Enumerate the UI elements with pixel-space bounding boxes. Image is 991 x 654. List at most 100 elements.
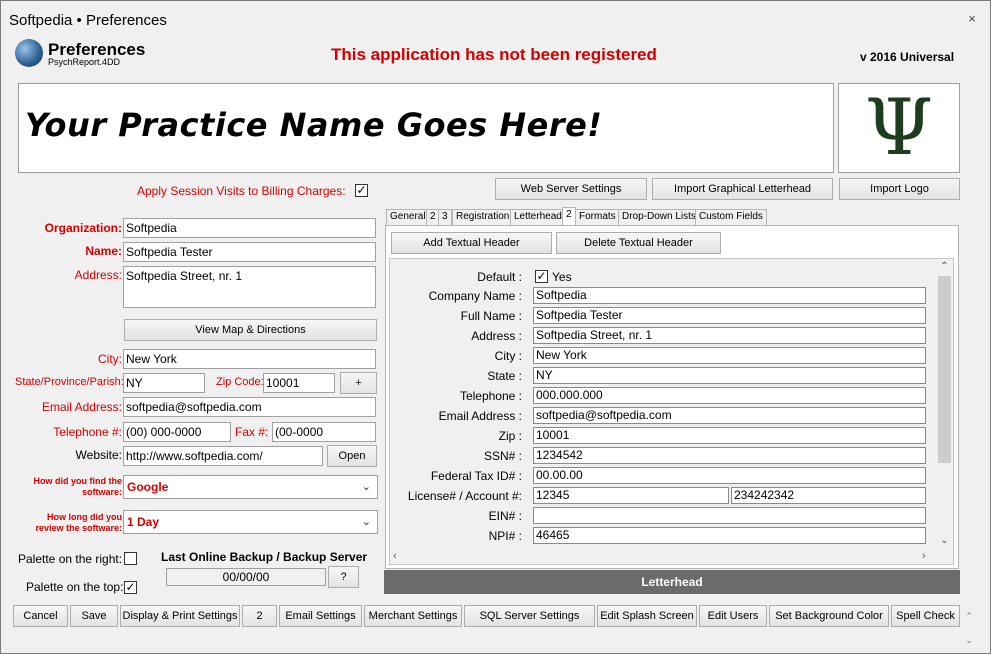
company-name-label: Company Name :: [428, 289, 522, 303]
window-scroll-down-icon[interactable]: ⌄: [962, 635, 976, 647]
window-scroll-up-icon[interactable]: ⌃: [962, 611, 976, 623]
backup-date: 00/00/00: [166, 568, 326, 586]
license-field[interactable]: 12345: [533, 487, 729, 504]
rh-city-label: City :: [494, 349, 522, 363]
review-software-label-line2: review the software:: [35, 523, 122, 533]
save-button[interactable]: Save: [70, 605, 118, 627]
zip-input[interactable]: 10001: [263, 373, 335, 393]
fax-input[interactable]: (00-0000: [272, 422, 376, 442]
backup-help-button[interactable]: ?: [328, 566, 359, 588]
palette-right-label: Palette on the right:: [18, 552, 123, 566]
account-field[interactable]: 234242342: [731, 487, 926, 504]
ein-field[interactable]: [533, 507, 926, 524]
display-print-settings-button[interactable]: Display & Print Settings: [120, 605, 240, 627]
palette-right-checkbox[interactable]: [124, 552, 137, 565]
review-software-label-line1: How long did you: [47, 512, 122, 522]
default-checkbox[interactable]: ✓: [535, 270, 548, 283]
set-background-color-button[interactable]: Set Background Color: [769, 605, 889, 627]
tab-general[interactable]: General: [386, 209, 430, 225]
zip-label: Zip Code:: [216, 376, 264, 388]
import-logo-button[interactable]: Import Logo: [839, 178, 960, 200]
found-software-select[interactable]: Google ⌄: [123, 475, 378, 499]
rh-city-field[interactable]: New York: [533, 347, 926, 364]
rh-state-field[interactable]: NY: [533, 367, 926, 384]
address-label: Address:: [74, 268, 122, 282]
cancel-button[interactable]: Cancel: [13, 605, 68, 627]
found-software-label: How did you find the software:: [11, 476, 123, 498]
rh-email-field[interactable]: softpedia@softpedia.com: [533, 407, 926, 424]
scroll-down-icon[interactable]: ⌄: [936, 533, 953, 549]
view-map-button[interactable]: View Map & Directions: [124, 319, 377, 341]
city-input[interactable]: New York: [123, 349, 376, 369]
scroll-left-icon[interactable]: ‹: [393, 549, 405, 564]
scroll-right-icon[interactable]: ›: [922, 549, 934, 564]
organization-label: Organization:: [44, 221, 122, 235]
rh-zip-field[interactable]: 10001: [533, 427, 926, 444]
email-input[interactable]: softpedia@softpedia.com: [123, 397, 376, 417]
backup-label: Last Online Backup / Backup Server: [161, 550, 368, 564]
website-input[interactable]: http://www.softpedia.com/: [123, 446, 323, 466]
default-yes-label: Yes: [552, 270, 572, 284]
organization-input[interactable]: Softpedia: [123, 218, 376, 238]
merchant-settings-button[interactable]: Merchant Settings: [364, 605, 462, 627]
apply-session-checkbox[interactable]: ✓: [355, 184, 368, 197]
globe-icon: [15, 39, 43, 67]
telephone-label: Telephone #:: [53, 425, 122, 439]
telephone-input[interactable]: (00) 000-0000: [123, 422, 231, 442]
delete-textual-header-button[interactable]: Delete Textual Header: [556, 232, 721, 254]
close-icon[interactable]: ×: [964, 12, 980, 26]
name-input[interactable]: Softpedia Tester: [123, 242, 376, 262]
company-name-field[interactable]: Softpedia: [533, 287, 926, 304]
chevron-down-icon: ⌄: [361, 481, 371, 493]
edit-splash-screen-button[interactable]: Edit Splash Screen: [597, 605, 697, 627]
city-label: City:: [98, 352, 122, 366]
tab-letterhead[interactable]: Letterhead: [510, 209, 566, 225]
preferences-window: Softpedia • Preferences × Preferences Ps…: [0, 0, 991, 654]
psi-logo-icon: Ψ: [864, 83, 934, 173]
address-input[interactable]: Softpedia Street, nr. 1: [123, 266, 376, 308]
add-zip-button[interactable]: +: [340, 372, 377, 394]
license-label: License# / Account #:: [407, 489, 522, 503]
palette-top-checkbox[interactable]: ✓: [124, 581, 137, 594]
title-bar[interactable]: Softpedia • Preferences ×: [1, 1, 990, 37]
open-website-button[interactable]: Open: [327, 445, 377, 467]
letterhead-footer-bar: Letterhead: [384, 570, 960, 594]
federal-tax-id-field[interactable]: 00.00.00: [533, 467, 926, 484]
scroll-thumb[interactable]: [938, 276, 951, 463]
practice-name: Your Practice Name Goes Here!: [25, 106, 603, 144]
ssn-label: SSN# :: [483, 449, 522, 463]
fax-label: Fax #:: [235, 425, 269, 439]
full-name-field[interactable]: Softpedia Tester: [533, 307, 926, 324]
email-settings-button[interactable]: Email Settings: [279, 605, 362, 627]
sql-server-settings-button[interactable]: SQL Server Settings: [464, 605, 595, 627]
rh-telephone-label: Telephone :: [459, 389, 522, 403]
import-letterhead-button[interactable]: Import Graphical Letterhead: [652, 178, 833, 200]
review-software-select[interactable]: 1 Day ⌄: [123, 510, 378, 534]
rh-zip-label: Zip :: [498, 429, 522, 443]
tab-formats[interactable]: Formats: [575, 209, 620, 225]
tab-3[interactable]: 3: [438, 209, 452, 225]
version-label: v 2016 Universal: [860, 50, 955, 64]
horizontal-scrollbar[interactable]: [390, 549, 936, 564]
add-textual-header-button[interactable]: Add Textual Header: [391, 232, 552, 254]
web-server-settings-button[interactable]: Web Server Settings: [495, 178, 647, 200]
tab-custom-fields[interactable]: Custom Fields: [695, 209, 767, 225]
state-input[interactable]: NY: [123, 373, 205, 393]
scroll-up-icon[interactable]: ⌃: [936, 259, 953, 275]
npi-label: NPI# :: [488, 529, 522, 543]
ssn-field[interactable]: 1234542: [533, 447, 926, 464]
tab-2-active[interactable]: 2: [562, 207, 576, 225]
palette-top-label: Palette on the top:: [26, 580, 124, 594]
rh-address-field[interactable]: Softpedia Street, nr. 1: [533, 327, 926, 344]
email-label: Email Address:: [41, 400, 122, 414]
page-subtitle: PsychReport.4DD: [48, 57, 121, 67]
page-2-button[interactable]: 2: [242, 605, 277, 627]
tab-drop-down-lists[interactable]: Drop-Down Lists: [618, 209, 700, 225]
window-title: Softpedia • Preferences: [9, 12, 167, 29]
found-software-label-line1: How did you find the: [33, 476, 123, 486]
edit-users-button[interactable]: Edit Users: [699, 605, 767, 627]
tab-registration[interactable]: Registration: [452, 209, 514, 225]
rh-telephone-field[interactable]: 000.000.000: [533, 387, 926, 404]
npi-field[interactable]: 46465: [533, 527, 926, 544]
spell-check-button[interactable]: Spell Check: [891, 605, 960, 627]
